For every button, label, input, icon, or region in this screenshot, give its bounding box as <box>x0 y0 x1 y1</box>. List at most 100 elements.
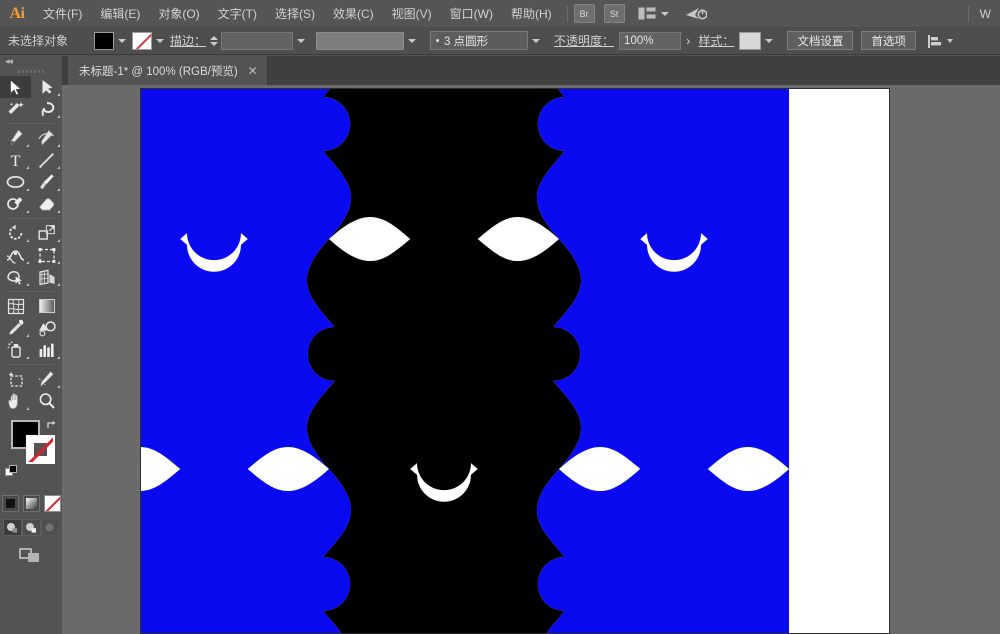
stock-button[interactable]: St <box>603 4 625 23</box>
rotate-tool[interactable] <box>0 222 31 244</box>
slice-tool[interactable] <box>31 368 62 390</box>
gradient-tool[interactable] <box>31 295 62 317</box>
color-mode-solid[interactable] <box>1 495 19 512</box>
swap-fill-stroke-icon[interactable] <box>46 418 58 430</box>
brush-definition-select[interactable]: 3 点圆形 <box>430 31 529 50</box>
stroke-color-swatch[interactable] <box>132 31 153 50</box>
tool-divider-2 <box>0 215 62 222</box>
puzzle-artwork[interactable] <box>141 89 889 633</box>
scale-tool[interactable] <box>31 222 62 244</box>
fill-chevron-down-icon[interactable] <box>118 38 127 43</box>
draw-behind-mode[interactable] <box>21 519 41 536</box>
bridge-button[interactable]: Br <box>573 4 595 23</box>
stroke-weight-chevron-down-icon[interactable] <box>297 38 306 43</box>
canvas-area[interactable]: aidu <box>62 85 1000 634</box>
color-mode-gradient[interactable] <box>22 495 40 512</box>
document-tab-title: 未标题-1* @ 100% (RGB/预览) <box>79 65 238 78</box>
align-chevron-down-icon[interactable] <box>946 38 953 43</box>
curvature-tool[interactable] <box>31 127 62 149</box>
menu-edit[interactable]: 编辑(E) <box>91 0 149 27</box>
opacity-label[interactable]: 不透明度： <box>554 32 614 49</box>
symbol-sprayer-tool[interactable] <box>0 339 31 361</box>
tools-panel: ◂◂ T <box>0 56 63 634</box>
eyedropper-tool[interactable] <box>0 317 31 339</box>
style-chevron-down-icon[interactable] <box>765 38 774 43</box>
opacity-expand-icon[interactable]: › <box>686 33 690 48</box>
change-screen-mode[interactable] <box>0 546 62 564</box>
menu-file[interactable]: 文件(F) <box>34 0 91 27</box>
screen-mode-icon[interactable] <box>18 546 44 564</box>
width-tool[interactable] <box>0 244 31 266</box>
menu-object[interactable]: 对象(O) <box>149 0 208 27</box>
lasso-tool[interactable] <box>31 98 62 120</box>
puzzle-piece[interactable] <box>141 217 335 475</box>
tool-grid-4 <box>0 295 62 361</box>
preferences-button[interactable]: 首选项 <box>861 31 916 50</box>
column-graph-tool[interactable] <box>31 339 62 361</box>
stroke-color-indicator[interactable] <box>26 435 55 464</box>
tool-grid-5 <box>0 368 62 412</box>
graphic-style-swatch[interactable] <box>739 31 762 50</box>
app-logo: Ai <box>9 4 26 22</box>
eraser-tool[interactable] <box>31 193 62 215</box>
shape-builder-tool[interactable] <box>0 266 31 288</box>
puzzle-piece[interactable] <box>537 436 789 633</box>
draw-inside-mode[interactable] <box>40 519 60 536</box>
close-icon[interactable]: ✕ <box>248 64 258 78</box>
pen-tool[interactable] <box>0 127 31 149</box>
stroke-weight-stepper[interactable] <box>210 35 219 46</box>
document-tab[interactable]: 未标题-1* @ 100% (RGB/预览) ✕ <box>68 56 268 85</box>
pencil-tool[interactable] <box>0 193 31 215</box>
type-tool[interactable]: T <box>0 149 31 171</box>
collapse-panel-icon[interactable]: ◂◂ <box>0 56 62 67</box>
arrange-documents-icon[interactable] <box>638 7 656 20</box>
menu-view[interactable]: 视图(V) <box>383 0 441 27</box>
menubar-divider <box>566 5 568 22</box>
draw-normal-mode[interactable] <box>2 519 22 536</box>
variable-width-profile-input[interactable] <box>316 31 405 50</box>
default-fill-stroke-icon[interactable] <box>5 465 18 478</box>
arrange-chevron-down-icon[interactable] <box>660 11 669 16</box>
fill-color-swatch[interactable] <box>94 31 115 50</box>
menu-type[interactable]: 文字(T) <box>209 0 266 27</box>
magic-wand-tool[interactable] <box>0 98 31 120</box>
menu-select[interactable]: 选择(S) <box>266 0 324 27</box>
menubar-right-group: W <box>962 5 1000 22</box>
brush-chevron-down-icon[interactable] <box>532 38 541 43</box>
ellipse-tool[interactable] <box>0 171 31 193</box>
blend-tool[interactable] <box>31 317 62 339</box>
stroke-weight-label[interactable]: 描边： <box>170 32 206 49</box>
share-icon[interactable] <box>685 6 707 21</box>
illustrator-window: Ai 文件(F) 编辑(E) 对象(O) 文字(T) 选择(S) 效果(C) 视… <box>0 0 1000 634</box>
align-options-icon[interactable] <box>927 34 942 48</box>
workspace-switcher[interactable]: W <box>975 7 996 21</box>
direct-selection-tool[interactable] <box>31 76 62 98</box>
variable-width-chevron-down-icon[interactable] <box>408 38 417 43</box>
color-mode-buttons <box>0 495 62 512</box>
mesh-tool[interactable] <box>0 295 31 317</box>
line-segment-tool[interactable] <box>31 149 62 171</box>
menubar-divider-2 <box>967 5 969 22</box>
zoom-tool[interactable] <box>31 390 62 412</box>
document-setup-button[interactable]: 文档设置 <box>787 31 854 50</box>
artboard-tool[interactable] <box>0 368 31 390</box>
perspective-grid-tool[interactable] <box>31 266 62 288</box>
free-transform-tool[interactable] <box>31 244 62 266</box>
paintbrush-tool[interactable] <box>31 171 62 193</box>
tool-grid-3 <box>0 222 62 288</box>
style-label[interactable]: 样式： <box>698 32 734 49</box>
opacity-input[interactable]: 100% <box>619 31 682 50</box>
menu-window[interactable]: 窗口(W) <box>441 0 502 27</box>
selection-tool[interactable] <box>0 76 31 98</box>
hand-tool[interactable] <box>0 390 31 412</box>
stroke-chevron-down-icon[interactable] <box>156 38 165 43</box>
menu-effect[interactable]: 效果(C) <box>324 0 383 27</box>
svg-text:T: T <box>11 153 21 169</box>
color-mode-none[interactable] <box>43 495 61 512</box>
panel-drag-handle[interactable] <box>0 67 62 76</box>
puzzle-piece[interactable] <box>306 206 582 492</box>
stroke-weight-input[interactable] <box>221 31 294 50</box>
menu-help[interactable]: 帮助(H) <box>502 0 561 27</box>
fill-stroke-controls <box>0 418 62 492</box>
artboard[interactable]: aidu <box>140 88 890 634</box>
